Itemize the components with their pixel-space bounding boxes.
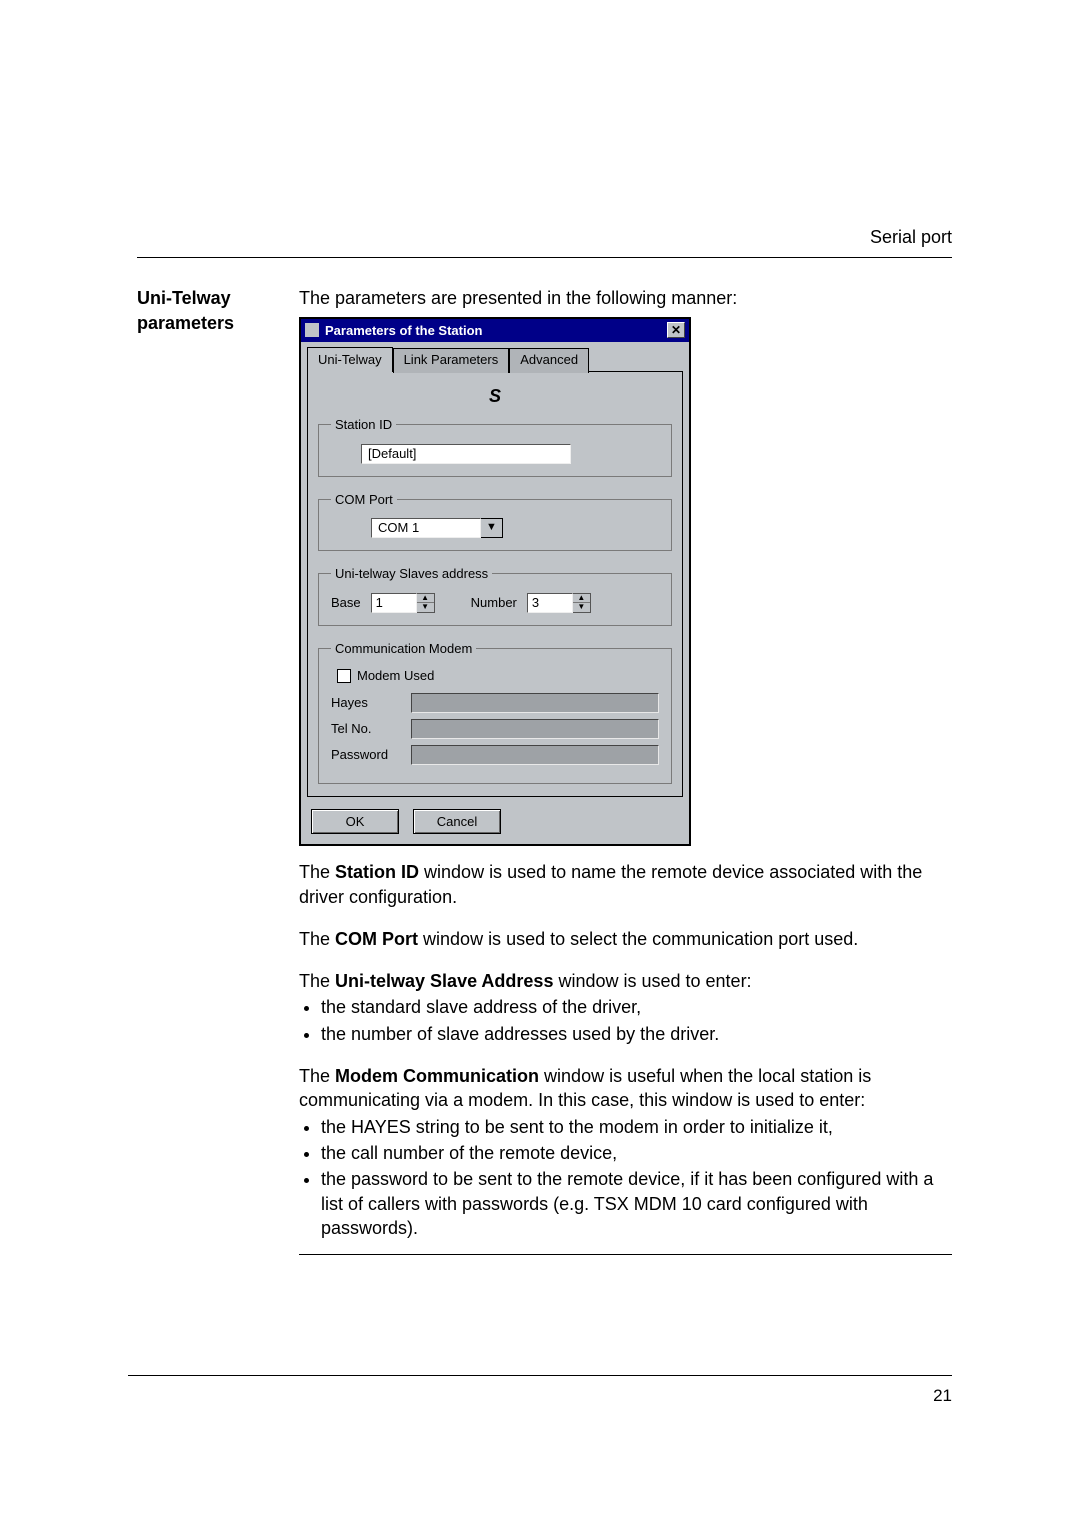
password-input[interactable] xyxy=(411,745,659,765)
legend-com-port: COM Port xyxy=(331,491,397,509)
com-port-value[interactable]: COM 1 xyxy=(371,518,481,538)
group-modem: Communication Modem Modem Used Hayes Tel… xyxy=(318,640,672,784)
base-spinner[interactable]: 1 ▲ ▼ xyxy=(371,593,435,613)
modem-used-label: Modem Used xyxy=(357,667,434,685)
tab-uni-telway[interactable]: Uni-Telway xyxy=(307,347,393,372)
header-rule xyxy=(137,257,952,258)
station-id-input[interactable]: [Default] xyxy=(361,444,571,464)
list-item: the password to be sent to the remote de… xyxy=(321,1167,952,1240)
para-modem: The Modem Communication window is useful… xyxy=(299,1064,952,1113)
list-item: the number of slave addresses used by th… xyxy=(321,1022,952,1046)
dialog-title: Parameters of the Station xyxy=(325,322,667,340)
legend-modem: Communication Modem xyxy=(331,640,476,658)
base-value[interactable]: 1 xyxy=(371,593,417,613)
list-slave-addr: the standard slave address of the driver… xyxy=(299,995,952,1046)
group-station-id: Station ID [Default] xyxy=(318,416,672,477)
list-modem: the HAYES string to be sent to the modem… xyxy=(299,1115,952,1240)
page-number: 21 xyxy=(933,1385,952,1408)
header-context: Serial port xyxy=(137,225,952,249)
tab-advanced[interactable]: Advanced xyxy=(509,348,589,373)
group-com-port: COM Port COM 1 ▼ xyxy=(318,491,672,552)
heading-line2: parameters xyxy=(137,313,234,333)
para-station-id: The Station ID window is used to name th… xyxy=(299,860,952,909)
list-item: the HAYES string to be sent to the modem… xyxy=(321,1115,952,1139)
para-com-port: The COM Port window is used to select th… xyxy=(299,927,952,951)
modem-used-checkbox[interactable] xyxy=(337,669,351,683)
base-spin-buttons[interactable]: ▲ ▼ xyxy=(417,593,435,613)
dialog-titlebar: Parameters of the Station ✕ xyxy=(301,319,689,343)
intro-text: The parameters are presented in the foll… xyxy=(299,286,952,310)
para-slave-addr: The Uni-telway Slave Address window is u… xyxy=(299,969,952,993)
dialog-tabs: Uni-Telway Link Parameters Advanced xyxy=(301,342,689,371)
tab-panel: S Station ID [Default] COM Port COM 1 ▼ xyxy=(307,371,683,797)
list-item: the call number of the remote device, xyxy=(321,1141,952,1165)
section-end-rule xyxy=(299,1254,952,1255)
label-hayes: Hayes xyxy=(331,694,411,712)
chevron-down-icon[interactable]: ▼ xyxy=(481,518,503,538)
legend-slaves: Uni-telway Slaves address xyxy=(331,565,492,583)
number-spin-buttons[interactable]: ▲ ▼ xyxy=(573,593,591,613)
group-slaves-address: Uni-telway Slaves address Base 1 ▲ ▼ xyxy=(318,565,672,626)
heading-line1: Uni-Telway xyxy=(137,288,231,308)
spin-down-icon[interactable]: ▼ xyxy=(573,603,590,612)
com-port-combo[interactable]: COM 1 ▼ xyxy=(371,518,503,538)
label-telno: Tel No. xyxy=(331,720,411,738)
brand-glyph: S xyxy=(489,386,501,406)
cancel-button[interactable]: Cancel xyxy=(413,809,501,835)
tab-link-parameters[interactable]: Link Parameters xyxy=(393,348,510,373)
brand-icon: S xyxy=(318,384,672,408)
telno-input[interactable] xyxy=(411,719,659,739)
label-number: Number xyxy=(471,594,517,612)
ok-button[interactable]: OK xyxy=(311,809,399,835)
spin-down-icon[interactable]: ▼ xyxy=(417,603,434,612)
list-item: the standard slave address of the driver… xyxy=(321,995,952,1019)
number-spinner[interactable]: 3 ▲ ▼ xyxy=(527,593,591,613)
number-value[interactable]: 3 xyxy=(527,593,573,613)
label-base: Base xyxy=(331,594,361,612)
hayes-input[interactable] xyxy=(411,693,659,713)
system-menu-icon[interactable] xyxy=(305,323,319,337)
footer-rule xyxy=(128,1375,952,1376)
label-password: Password xyxy=(331,746,411,764)
station-parameters-dialog: Parameters of the Station ✕ Uni-Telway L… xyxy=(299,317,691,847)
legend-station-id: Station ID xyxy=(331,416,396,434)
section-heading: Uni-Telway parameters xyxy=(137,286,267,335)
close-icon[interactable]: ✕ xyxy=(667,322,685,338)
